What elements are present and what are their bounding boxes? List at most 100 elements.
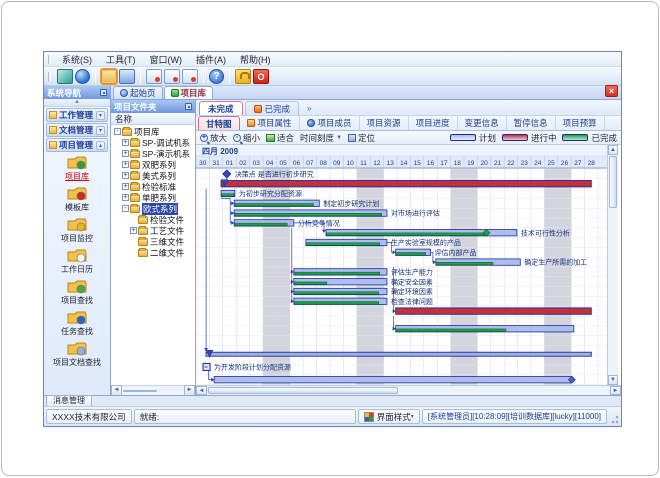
toolbar-separator — [95, 70, 96, 83]
menu-item[interactable]: 帮助(H) — [233, 52, 278, 67]
folder-open-icon[interactable] — [101, 69, 117, 84]
tree-horizontal-scrollbar[interactable]: ◄ ► — [111, 385, 195, 395]
subtab-已完成[interactable]: 已完成 — [245, 101, 300, 115]
scroll-right-icon[interactable]: ► — [184, 385, 195, 395]
timescale-button[interactable]: 时间刻度▼ — [300, 132, 342, 144]
folder-view-icon[interactable] — [119, 69, 135, 84]
expand-icon[interactable]: + — [122, 194, 129, 201]
lock-icon[interactable] — [235, 69, 251, 84]
zoom-in-button[interactable]: +放大 — [200, 132, 227, 144]
tree-node-二维文件[interactable]: 二维文件 — [112, 247, 195, 258]
gantt-vertical-scrollbar[interactable]: ▲ ▼ — [607, 145, 618, 385]
pin-icon[interactable] — [185, 103, 192, 110]
resize-grip[interactable] — [609, 410, 619, 424]
legend-swatch — [450, 134, 476, 141]
tree-node-美式系列[interactable]: +美式系列 — [112, 170, 195, 181]
tree-node-工艺文件[interactable]: +工艺文件 — [112, 225, 195, 236]
expand-icon[interactable]: + — [122, 139, 129, 146]
fit-button[interactable]: 适合 — [266, 132, 294, 144]
exit-icon[interactable]: O — [253, 69, 269, 84]
folder-icon — [49, 126, 57, 134]
globe-icon[interactable] — [75, 69, 90, 84]
tab-项目库[interactable]: 项目库 — [164, 86, 214, 99]
sidebar-item-项目文档查找[interactable]: 项目文档查找 — [44, 340, 110, 368]
menu-item[interactable]: 工具(T) — [99, 52, 143, 67]
sidebar-item-项目监控[interactable]: 项目监控 — [44, 216, 110, 244]
tree-node-双肥系列[interactable]: +双肥系列 — [112, 159, 195, 170]
functab-项目预算[interactable]: 项目预算 — [556, 116, 605, 130]
menu-item[interactable]: 系统(S) — [55, 52, 99, 67]
sidebar-item-项目库[interactable]: 项目库 — [44, 154, 110, 182]
chevron-icon[interactable]: ▴ — [96, 141, 105, 150]
group-label: 文档管理 — [59, 124, 93, 136]
expand-icon[interactable]: + — [122, 161, 129, 168]
functab-变更信息[interactable]: 变更信息 — [458, 116, 507, 130]
report-edit-icon[interactable] — [164, 69, 180, 84]
folder-icon — [65, 309, 89, 326]
pin-icon[interactable] — [100, 89, 107, 96]
expand-icon[interactable]: + — [130, 227, 137, 234]
tab-起始页[interactable]: 起始页 — [113, 86, 163, 99]
scrollbar-thumb[interactable] — [609, 156, 617, 208]
scroll-left-icon[interactable]: ◄ — [196, 386, 207, 395]
chevron-icon[interactable]: ▾ — [96, 126, 105, 135]
expand-icon[interactable]: + — [122, 183, 129, 190]
functab-暂停信息[interactable]: 暂停信息 — [507, 116, 556, 130]
svg-text:31: 31 — [212, 160, 220, 167]
functab-项目属性[interactable]: 项目属性 — [240, 116, 300, 130]
scroll-down-icon[interactable]: ▼ — [608, 375, 618, 385]
gantt-horizontal-scrollbar[interactable]: ◄ ► — [196, 385, 621, 395]
locate-button[interactable]: 定位 — [348, 132, 375, 144]
report-icon[interactable] — [146, 69, 162, 84]
gantt-chart[interactable]: 四月 2009303101020304050607080910111213141… — [196, 145, 607, 385]
tree-node-检验文件[interactable]: 检验文件 — [112, 214, 195, 225]
sidebar-group-文档管理[interactable]: 文档管理▾ — [46, 123, 108, 137]
folder-icon — [49, 141, 57, 149]
tree-node-单肥系列[interactable]: +单肥系列 — [112, 192, 195, 203]
svg-text:19: 19 — [467, 160, 475, 167]
functab-甘特图[interactable]: 甘特图 — [198, 116, 240, 130]
home-icon — [120, 89, 128, 97]
sidebar-group-项目管理[interactable]: 项目管理▴ — [46, 138, 108, 152]
svg-text:26: 26 — [561, 160, 569, 167]
sidebar-item-任务查找[interactable]: 任务查找 — [44, 309, 110, 337]
menu-item[interactable]: 窗口(W) — [143, 52, 190, 67]
subtab-未完成[interactable]: 未完成 — [199, 101, 243, 115]
sidebar-item-模板库[interactable]: 模板库 — [44, 185, 110, 213]
scrollbar-thumb[interactable] — [123, 390, 157, 392]
subtab-overflow-icon[interactable]: » — [301, 104, 317, 115]
sidebar-item-工作日历[interactable]: 工作日历 — [44, 247, 110, 275]
sidebar-group-工作管理[interactable]: 工作管理▾ — [46, 108, 108, 122]
scroll-right-icon[interactable]: ► — [610, 386, 621, 395]
expand-icon[interactable]: + — [122, 172, 129, 179]
tree-node-欧式系列[interactable]: -欧式系列 — [112, 203, 195, 214]
tree-node-项目库[interactable]: -项目库 — [112, 126, 195, 137]
zoom-out-button[interactable]: -缩小 — [233, 132, 260, 144]
tab-message-management[interactable]: 消息管理 — [46, 395, 92, 406]
scroll-up-icon[interactable]: ▲ — [608, 145, 618, 155]
functab-项目资源[interactable]: 项目资源 — [360, 116, 409, 130]
tree-node-SP-演示机系[interactable]: +SP-演示机系 — [112, 148, 195, 159]
functab-项目成员[interactable]: 项目成员 — [300, 116, 360, 130]
expand-icon[interactable]: + — [122, 150, 129, 157]
legend-计划: 计划 — [450, 132, 496, 144]
close-icon[interactable]: × — [605, 85, 618, 97]
tree-node-检验标准[interactable]: +检验标准 — [112, 181, 195, 192]
scroll-left-icon[interactable]: ◄ — [111, 385, 122, 395]
collapse-icon[interactable]: - — [114, 128, 121, 135]
collapse-icon[interactable]: - — [122, 205, 129, 212]
computer-icon[interactable] — [57, 69, 73, 84]
chevron-icon[interactable]: ▾ — [96, 111, 105, 120]
tree-node-三维文件[interactable]: 三维文件 — [112, 236, 195, 247]
functab-label: 项目资源 — [367, 117, 401, 129]
interface-style-button[interactable]: 界面样式 ▾ — [358, 409, 420, 424]
sidebar-item-项目查找[interactable]: 项目查找 — [44, 278, 110, 306]
sidebar-scroll-up[interactable]: ▲ — [44, 99, 110, 107]
sidebar-groups: 工作管理▾文档管理▾项目管理▴ — [44, 107, 110, 152]
report-close-icon[interactable] — [182, 69, 198, 84]
tree-node-SP-调试机系[interactable]: +SP-调试机系 — [112, 137, 195, 148]
scrollbar-thumb[interactable] — [208, 387, 398, 394]
functab-项目进度[interactable]: 项目进度 — [409, 116, 458, 130]
menu-item[interactable]: 插件(A) — [189, 52, 233, 67]
help-icon[interactable]: ? — [209, 69, 224, 84]
